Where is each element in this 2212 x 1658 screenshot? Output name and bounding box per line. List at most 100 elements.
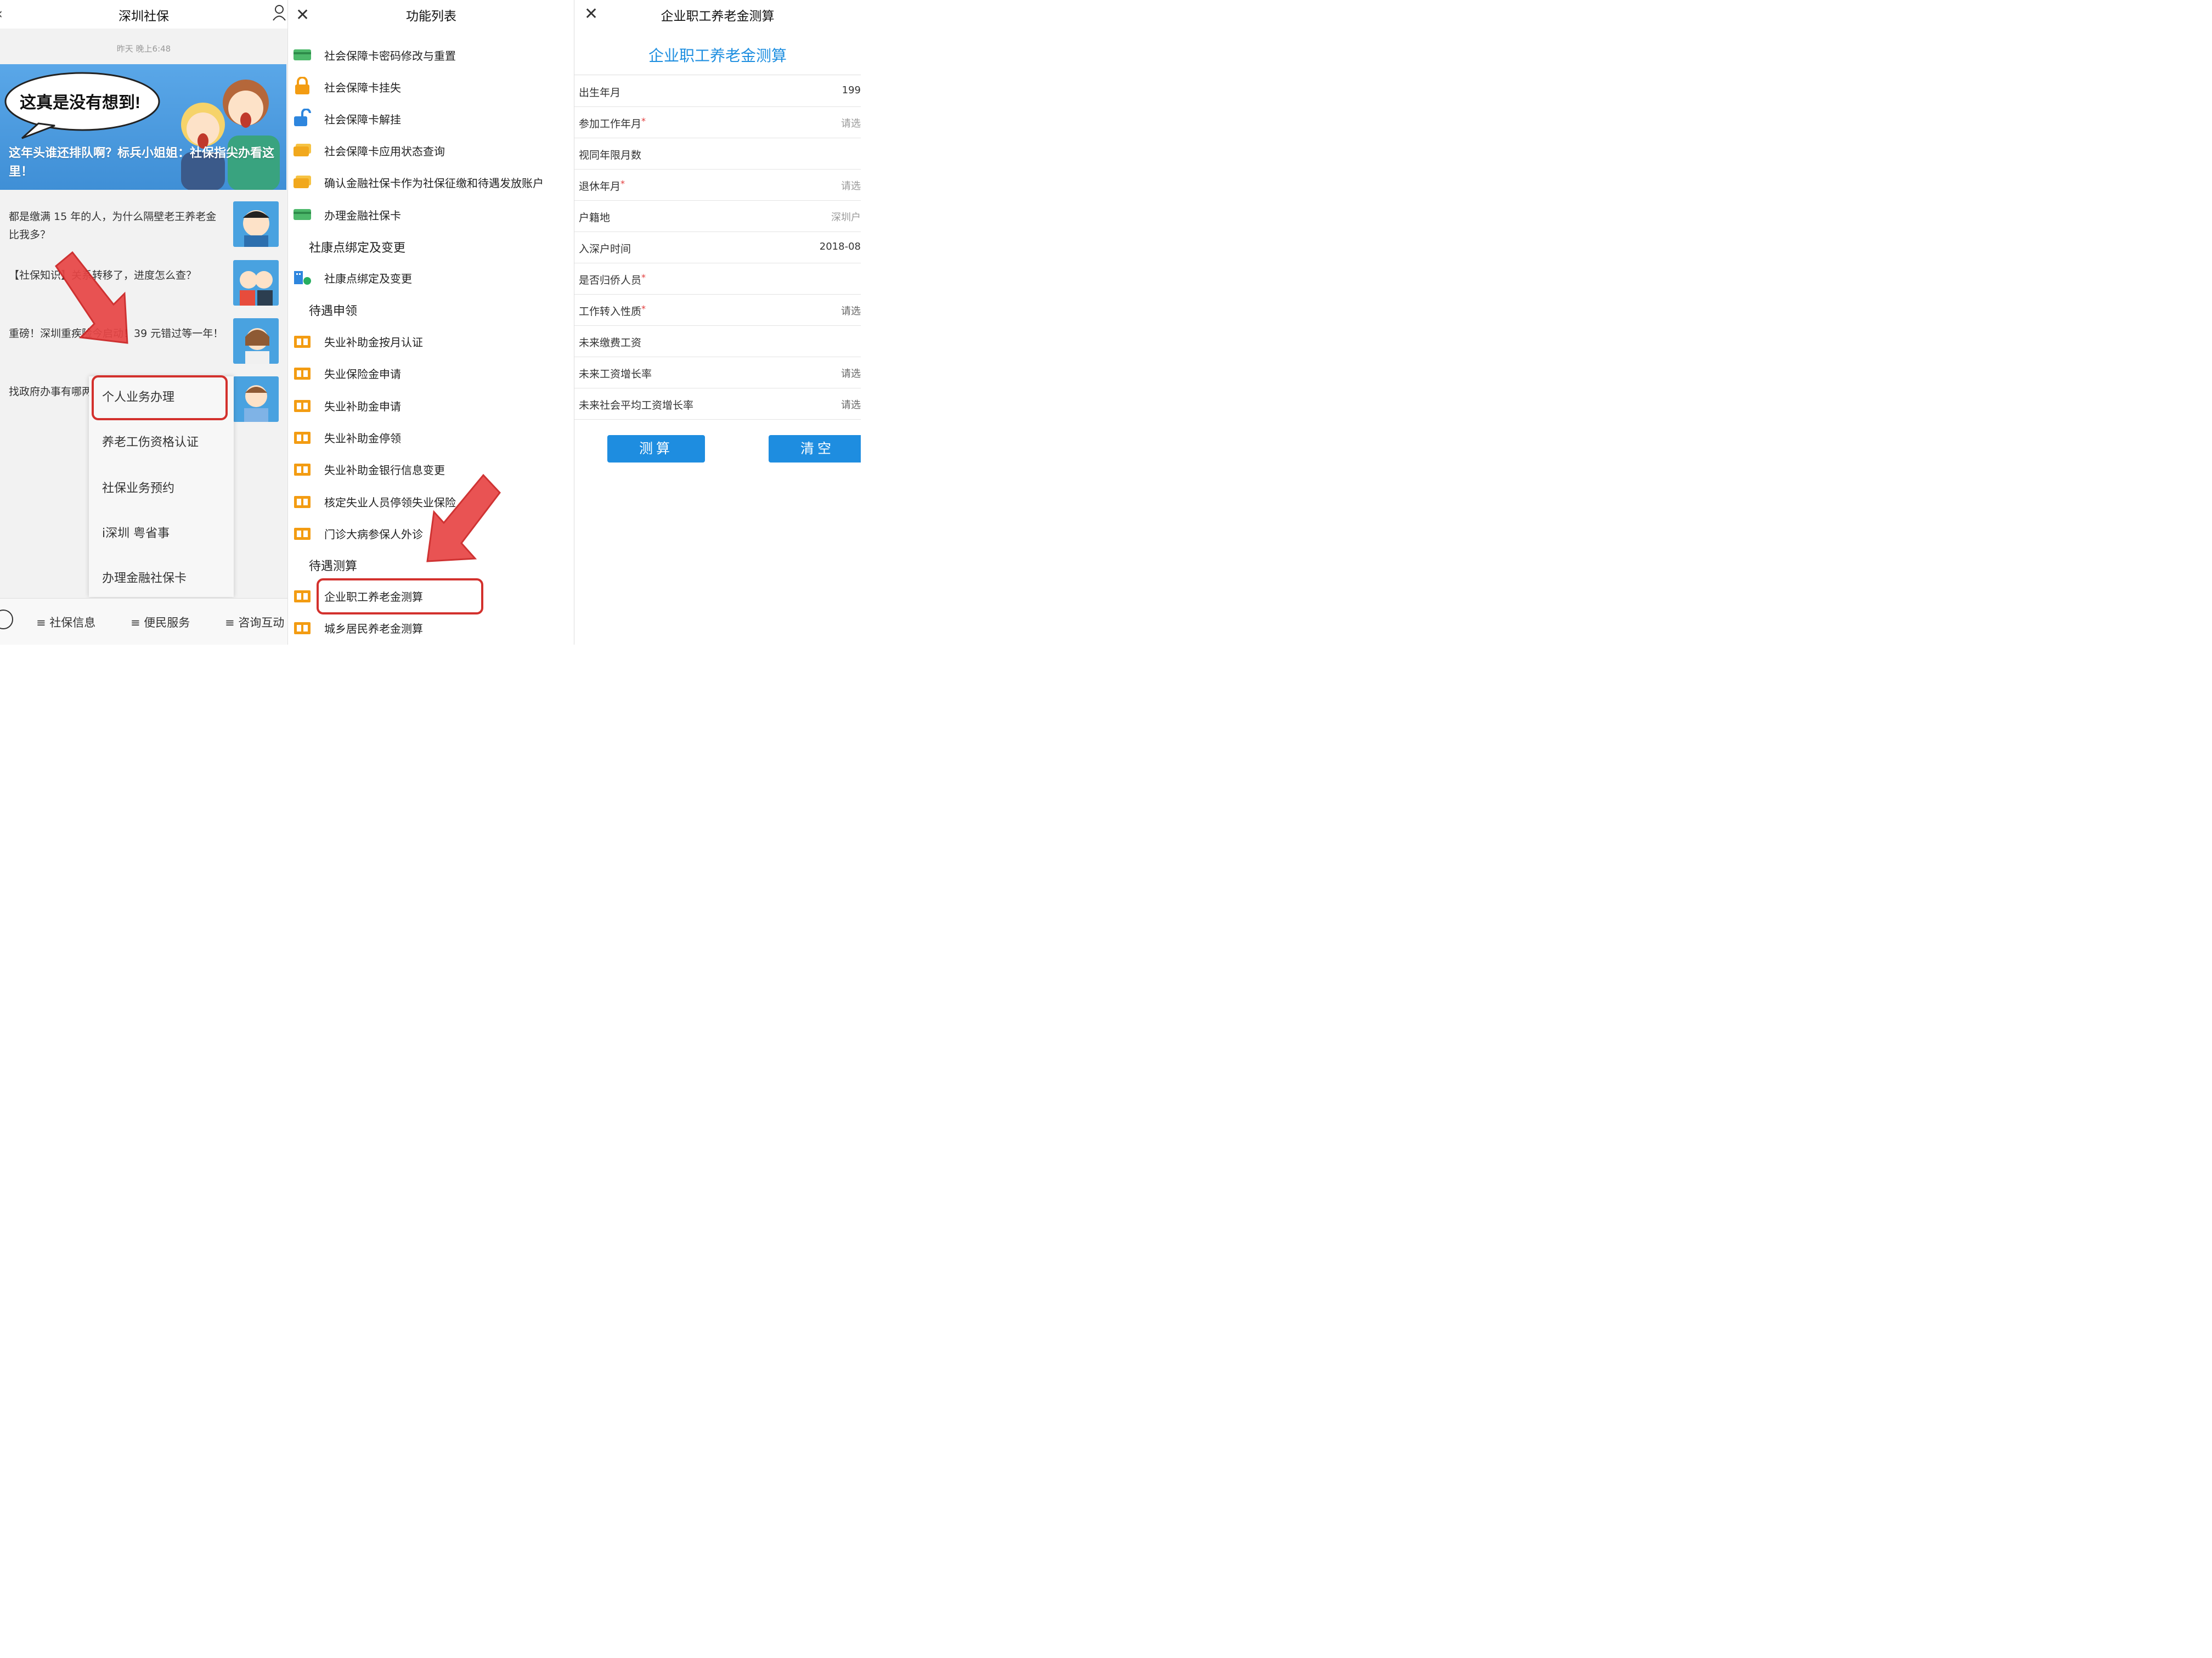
function-label: 门诊大病参保人外诊: [324, 527, 423, 541]
panel3-title: 企业职工养老金测算: [661, 9, 775, 24]
function-label: 社康点绑定及变更: [324, 272, 412, 285]
function-label: 失业保险金申请: [324, 368, 401, 381]
function-label: 失业补助金按月认证: [324, 336, 423, 349]
function-item[interactable]: 社会保障卡应用状态查询: [288, 134, 574, 166]
wechat-article-panel: ‹ 深圳社保 昨天 晚上6:48 这真是没有想到! 这年头谁还排队啊？标兵小姐姐…: [0, 0, 287, 645]
function-item[interactable]: 失业补助金申请: [288, 389, 574, 421]
yellow-card-icon: [294, 176, 311, 188]
function-label: 社会保障卡密码修改与重置: [324, 49, 456, 63]
required-mark: *: [641, 272, 646, 283]
tab-citizen-service[interactable]: ≡ 便民服务: [131, 614, 190, 630]
red-arrow-annotation: [55, 251, 128, 344]
article-banner[interactable]: 这真是没有想到! 这年头谁还排队啊？标兵小姐姐：社保指尖办看这里！: [0, 64, 286, 190]
function-item[interactable]: 社会保障卡密码修改与重置: [288, 38, 574, 70]
panel1-title: 深圳社保: [119, 9, 169, 24]
tab-consult[interactable]: ≡ 咨询互动: [225, 614, 284, 630]
green-card-icon: [294, 209, 311, 220]
function-item[interactable]: 社会保障卡挂失: [288, 70, 574, 102]
tab-social-info[interactable]: ≡ 社保信息: [36, 614, 95, 630]
section-heading-health: 社康点绑定及变更: [309, 241, 406, 255]
form-value[interactable]: 请选: [841, 178, 861, 193]
orange-lock-icon: [295, 77, 309, 94]
form-label: 入深户时间: [579, 243, 631, 255]
form-row[interactable]: 未来工资增长率 请选: [574, 357, 861, 388]
form-label: 参加工作年月*: [579, 116, 646, 130]
function-item[interactable]: 失业补助金按月认证: [288, 325, 574, 357]
form-value[interactable]: 199: [842, 84, 861, 96]
message-timestamp: 昨天 晚上6:48: [116, 44, 171, 54]
keyboard-icon[interactable]: [0, 610, 13, 629]
news-item[interactable]: 都是缴满 15 年的人，为什么隔壁老王养老金比我多？: [0, 201, 287, 260]
function-item[interactable]: 确认金融社保卡作为社保征缴和待遇发放账户: [288, 166, 574, 198]
banner-caption: 这年头谁还排队啊？标兵小姐姐：社保指尖办看这里！: [9, 146, 275, 179]
form-row[interactable]: 出生年月 199: [574, 75, 861, 107]
function-item[interactable]: 社会保障卡解挂: [288, 102, 574, 134]
function-item[interactable]: 城乡居民养老金测算: [288, 611, 574, 643]
blue-unlock-icon: [294, 109, 311, 126]
form-label: 视同年限月数: [579, 149, 642, 161]
bottom-menu-bar: ≡ 社保信息 ≡ 便民服务 ≡ 咨询互动: [0, 598, 287, 645]
form-row[interactable]: 是否归侨人员*: [574, 263, 861, 295]
news-title: 都是缴满 15 年的人，为什么隔壁老王养老金比我多？: [9, 211, 217, 241]
highlight-box: [317, 578, 483, 614]
form-title: 企业职工养老金测算: [648, 47, 787, 65]
calculate-button[interactable]: 测算: [607, 435, 705, 463]
benefit-icon: [294, 399, 311, 412]
yellow-card-icon: [294, 144, 311, 156]
required-mark: *: [641, 303, 646, 314]
form-label: 未来缴费工资: [579, 337, 642, 349]
news-thumbnail: [233, 201, 279, 247]
form-label: 是否归侨人员*: [579, 272, 646, 286]
form-value[interactable]: 请选: [841, 397, 861, 411]
form-label: 户籍地: [579, 212, 611, 224]
clinic-icon: [294, 271, 311, 285]
panel2-title: 功能列表: [406, 9, 456, 24]
clear-button[interactable]: 清空: [769, 435, 861, 463]
news-thumbnail: [233, 260, 279, 306]
function-label: 社会保障卡挂失: [324, 81, 401, 94]
form-row[interactable]: 未来社会平均工资增长率 请选: [574, 388, 861, 420]
menu-item-finance-card[interactable]: 办理金融社保卡: [102, 568, 187, 586]
form-value[interactable]: 深圳户: [831, 210, 861, 224]
required-mark: *: [620, 178, 625, 189]
benefit-icon: [294, 527, 311, 540]
benefit-icon: [294, 622, 311, 634]
news-item[interactable]: 重磅！深圳重疾险今启动！39 元错过等一年！: [0, 318, 287, 376]
form-label: 未来工资增长率: [579, 368, 652, 380]
form-label: 工作转入性质*: [579, 303, 646, 318]
form-row[interactable]: 视同年限月数: [574, 138, 861, 170]
form-label: 未来社会平均工资增长率: [579, 399, 694, 411]
news-item[interactable]: 【社保知识】关系转移了，进度怎么查？: [0, 260, 287, 318]
form-value[interactable]: 2018-08: [820, 241, 861, 252]
form-row[interactable]: 户籍地 深圳户: [574, 200, 861, 232]
section-heading-benefit: 待遇申领: [309, 304, 358, 318]
function-label: 社会保障卡应用状态查询: [324, 145, 445, 158]
function-label: 失业补助金停领: [324, 431, 401, 445]
menu-item-ishenzhen[interactable]: i深圳 粤省事: [102, 523, 170, 541]
benefit-icon: [294, 431, 311, 444]
function-label: 失业补助金申请: [324, 399, 401, 413]
green-card-icon: [294, 49, 311, 60]
form-value[interactable]: 请选: [841, 116, 861, 130]
form-value[interactable]: 请选: [841, 366, 861, 380]
function-list-panel: ✕ 功能列表 社会保障卡密码修改与重置 社会保障卡挂失 社会保障卡解挂 社会保障…: [287, 0, 574, 645]
form-row[interactable]: 退休年月* 请选: [574, 169, 861, 201]
form-row[interactable]: 工作转入性质* 请选: [574, 294, 861, 326]
news-thumbnail: [233, 376, 279, 422]
function-item[interactable]: 失业保险金申请: [288, 357, 574, 388]
function-item[interactable]: 社康点绑定及变更: [288, 261, 574, 293]
form-row[interactable]: 参加工作年月* 请选: [574, 106, 861, 138]
function-item[interactable]: 办理金融社保卡: [288, 198, 574, 230]
function-item[interactable]: 失业补助金停领: [288, 421, 574, 453]
form-row[interactable]: 入深户时间 2018-08: [574, 232, 861, 263]
function-label: 社会保障卡解挂: [324, 113, 401, 126]
form-value[interactable]: 请选: [841, 303, 861, 318]
menu-item-qualification-auth[interactable]: 养老工伤资格认证: [102, 432, 199, 450]
panel1-topbar: ‹ 深圳社保: [0, 0, 287, 29]
menu-item-appointment[interactable]: 社保业务预约: [102, 478, 174, 496]
form-row[interactable]: 未来缴费工资: [574, 325, 861, 357]
person-icon[interactable]: [272, 4, 286, 21]
banner-bubble-text: 这真是没有想到!: [20, 93, 140, 112]
form-label: 退休年月*: [579, 178, 625, 193]
form-label: 出生年月: [579, 87, 621, 99]
